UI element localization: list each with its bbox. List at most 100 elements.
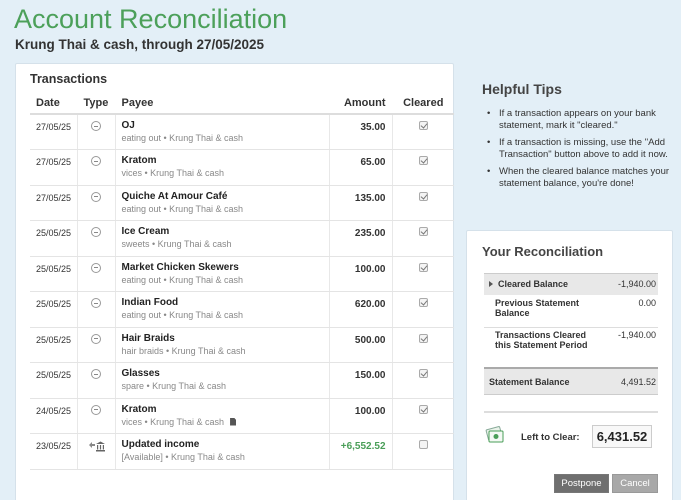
table-row[interactable]: 23/05/25 Updated income [Available] • Krun… bbox=[30, 433, 454, 470]
type-cell bbox=[76, 185, 115, 221]
cleared-cell bbox=[391, 362, 454, 399]
table-row[interactable]: 25/05/25 Hair Braids hair braids • Krung T… bbox=[30, 327, 454, 363]
payee-cell[interactable]: Indian Food eating out • Krung Thai & cas… bbox=[114, 291, 329, 328]
table-row[interactable]: 25/05/25 Market Chicken Skewers eating out… bbox=[30, 256, 454, 292]
type-cell bbox=[76, 398, 115, 434]
table-row[interactable]: 27/05/25 Kratom vices • Krung Thai & cash 6… bbox=[30, 149, 454, 186]
period-cleared-label: Transactions Cleared this Statement Peri… bbox=[495, 330, 588, 350]
cleared-checkbox[interactable] bbox=[418, 369, 428, 378]
minus-circle-icon bbox=[91, 298, 101, 308]
previous-statement-row: Previous Statement Balance 0.00 bbox=[484, 298, 658, 328]
previous-statement-label: Previous Statement Balance bbox=[495, 298, 580, 318]
payee-meta: eating out • Krung Thai & cash bbox=[122, 132, 323, 144]
payee-category-account: hair braids • Krung Thai & cash bbox=[121, 345, 246, 356]
tip-item: If a transaction is missing, use the "Ad… bbox=[487, 137, 677, 161]
amount-cell: 135.00 bbox=[328, 185, 392, 221]
cleared-cell bbox=[391, 256, 454, 292]
previous-statement-value: 0.00 bbox=[638, 298, 656, 308]
transactions-panel: Transactions Date Type Payee Amount Clea… bbox=[15, 63, 454, 500]
payee-cell[interactable]: Quiche At Amour Café eating out • Krung T… bbox=[114, 185, 329, 221]
left-to-clear-label: Left to Clear: bbox=[521, 432, 580, 443]
caret-right-icon[interactable] bbox=[489, 281, 493, 287]
payee-category-account: vices • Krung Thai & cash bbox=[121, 416, 225, 427]
payee-category-account: eating out • Krung Thai & cash bbox=[121, 310, 244, 320]
payee-meta: eating out • Krung Thai & cash bbox=[122, 203, 323, 215]
table-row[interactable]: 27/05/25 OJ eating out • Krung Thai & cash… bbox=[30, 114, 454, 150]
payee-category-account: spare • Krung Thai & cash bbox=[121, 381, 227, 391]
table-row[interactable]: 25/05/25 Indian Food eating out • Krung Th… bbox=[30, 291, 454, 328]
cleared-balance-value: -1,940.00 bbox=[617, 279, 656, 289]
payee-category-account: sweets • Krung Thai & cash bbox=[121, 239, 232, 249]
type-cell bbox=[76, 149, 115, 186]
cleared-cell bbox=[391, 114, 454, 150]
postpone-button[interactable]: Postpone bbox=[554, 474, 609, 493]
cleared-cell bbox=[391, 398, 454, 434]
column-header-amount[interactable]: Amount bbox=[328, 93, 392, 115]
payee-name: Glasses bbox=[121, 368, 160, 379]
minus-circle-icon bbox=[91, 369, 101, 379]
minus-circle-icon bbox=[91, 262, 101, 273]
amount-cell: +6,552.52 bbox=[328, 433, 392, 470]
reconciliation-panel: Your Reconciliation Cleared Balance -1,9… bbox=[466, 230, 673, 500]
cleared-cell bbox=[391, 149, 454, 186]
table-header-row: Date Type Payee Amount Cleared bbox=[30, 93, 454, 115]
cleared-checkbox[interactable] bbox=[418, 121, 428, 130]
type-cell bbox=[76, 362, 115, 399]
amount-cell: 65.00 bbox=[328, 149, 392, 186]
payee-cell[interactable]: Hair Braids hair braids • Krung Thai & ca… bbox=[114, 327, 329, 363]
payee-meta: sweets • Krung Thai & cash bbox=[122, 238, 323, 250]
payee-category-account: eating out • Krung Thai & cash bbox=[121, 274, 244, 285]
cleared-checkbox[interactable] bbox=[418, 333, 428, 343]
minus-circle-icon bbox=[91, 404, 101, 415]
type-cell bbox=[76, 291, 115, 328]
payee-cell[interactable]: Kratom vices • Krung Thai & cash bbox=[114, 149, 329, 186]
cleared-checkbox[interactable] bbox=[418, 262, 428, 272]
cleared-checkbox[interactable] bbox=[418, 440, 428, 449]
payee-meta: spare • Krung Thai & cash bbox=[122, 380, 323, 392]
payee-cell[interactable]: Market Chicken Skewers eating out • Krung… bbox=[114, 256, 329, 292]
payee-category-account: vices • Krung Thai & cash bbox=[121, 168, 225, 178]
document-icon[interactable] bbox=[230, 417, 237, 426]
cleared-checkbox[interactable] bbox=[418, 404, 428, 414]
period-cleared-row: Transactions Cleared this Statement Peri… bbox=[484, 330, 658, 360]
column-header-cleared[interactable]: Cleared bbox=[391, 93, 454, 115]
type-cell bbox=[76, 327, 115, 363]
payee-cell[interactable]: Updated income [Available] • Krung Thai &… bbox=[114, 433, 329, 470]
column-header-type[interactable]: Type bbox=[76, 93, 115, 115]
table-row[interactable]: 24/05/25 Kratom vices • Krung Thai & cash 1… bbox=[30, 398, 454, 434]
payee-cell[interactable]: OJ eating out • Krung Thai & cash bbox=[114, 114, 329, 150]
tip-item: When the cleared balance matches your st… bbox=[487, 166, 677, 190]
cancel-button[interactable]: Cancel bbox=[612, 474, 658, 493]
tips-list: If a transaction appears on your bank st… bbox=[487, 108, 677, 195]
cleared-balance-label: Cleared Balance bbox=[498, 279, 569, 289]
payee-meta: hair braids • Krung Thai & cash bbox=[122, 345, 323, 357]
cleared-checkbox[interactable] bbox=[418, 298, 428, 307]
statement-balance-label: Statement Balance bbox=[489, 377, 570, 387]
cleared-checkbox[interactable] bbox=[418, 191, 428, 201]
payee-meta: [Available] • Krung Thai & cash bbox=[122, 451, 323, 463]
amount-cell: 500.00 bbox=[328, 327, 392, 363]
payee-name: OJ bbox=[121, 120, 135, 131]
table-row[interactable]: 25/05/25 Ice Cream sweets • Krung Thai & c… bbox=[30, 220, 454, 257]
payee-cell[interactable]: Ice Cream sweets • Krung Thai & cash bbox=[114, 220, 329, 257]
payee-cell[interactable]: Glasses spare • Krung Thai & cash bbox=[114, 362, 329, 399]
cleared-balance-row[interactable]: Cleared Balance -1,940.00 bbox=[484, 273, 658, 295]
amount-cell: 100.00 bbox=[328, 398, 392, 434]
cleared-checkbox[interactable] bbox=[418, 227, 428, 236]
payee-meta: vices • Krung Thai & cash bbox=[122, 416, 323, 428]
cleared-checkbox[interactable] bbox=[418, 156, 428, 165]
cleared-cell bbox=[391, 220, 454, 257]
payee-cell[interactable]: Kratom vices • Krung Thai & cash bbox=[114, 398, 329, 434]
column-header-date[interactable]: Date bbox=[30, 93, 77, 115]
tip-item: If a transaction appears on your bank st… bbox=[487, 108, 677, 132]
income-bank-icon bbox=[89, 441, 105, 452]
transactions-table: Date Type Payee Amount Cleared 27/05/25 O… bbox=[30, 93, 454, 470]
table-row[interactable]: 25/05/25 Glasses spare • Krung Thai & cash… bbox=[30, 362, 454, 399]
money-stack-icon bbox=[485, 426, 504, 443]
type-cell bbox=[76, 433, 115, 470]
table-row[interactable]: 27/05/25 Quiche At Amour Café eating out •… bbox=[30, 185, 454, 221]
date-cell: 25/05/25 bbox=[30, 220, 77, 257]
payee-name: Kratom bbox=[121, 155, 157, 166]
column-header-payee[interactable]: Payee bbox=[114, 93, 329, 115]
minus-circle-icon bbox=[91, 156, 101, 166]
